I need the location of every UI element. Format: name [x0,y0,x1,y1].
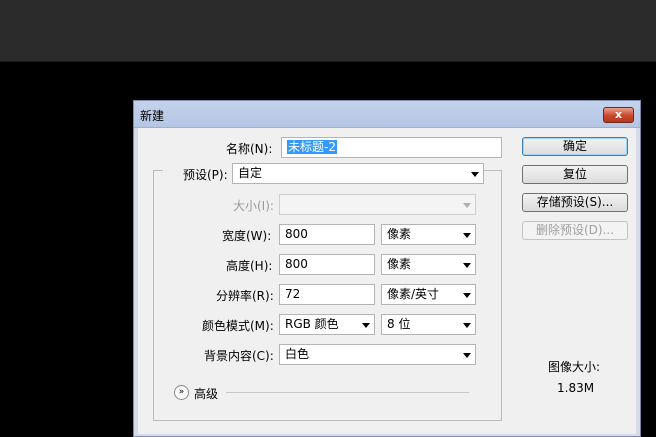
background-select[interactable]: 白色 [279,344,476,365]
width-input[interactable]: 800 [279,224,375,245]
chevron-down-icon [463,293,471,298]
background-value: 白色 [285,347,310,361]
chevron-down-icon [471,172,479,177]
chevron-down-icon [463,263,471,268]
close-icon: x [614,108,623,121]
color-mode-value: RGB 颜色 [285,317,339,331]
height-unit-select[interactable]: 像素 [381,254,476,275]
color-mode-select[interactable]: RGB 颜色 [279,314,375,335]
ok-button[interactable]: 确定 [522,137,628,156]
close-button[interactable]: x [603,107,634,123]
color-mode-label: 颜色模式(M): [202,319,274,333]
name-value: 未标题-2 [287,140,337,154]
chevron-down-icon [463,203,471,208]
size-select [279,194,476,215]
height-unit-value: 像素 [387,257,412,271]
chevron-down-icon [463,323,471,328]
height-value: 800 [285,257,308,271]
preset-label: 预设(P): [183,168,228,182]
resolution-unit-value: 像素/英寸 [387,287,440,301]
image-size-label: 图像大小: [548,360,601,374]
bit-depth-select[interactable]: 8 位 [381,314,476,335]
height-label: 高度(H): [226,259,273,273]
height-input[interactable]: 800 [279,254,375,275]
chevron-down-icon [362,323,370,328]
chevron-down-icon [463,233,471,238]
reset-button[interactable]: 复位 [522,165,628,184]
save-preset-button[interactable]: 存储预设(S)... [522,193,628,212]
dialog-title: 新建 [140,109,165,123]
chevron-double-down-icon[interactable]: » [174,385,189,400]
width-unit-select[interactable]: 像素 [381,224,476,245]
resolution-unit-select[interactable]: 像素/英寸 [381,284,476,305]
resolution-label: 分辨率(R): [216,289,274,303]
image-size-value: 1.83M [557,381,595,395]
new-document-dialog: 新建 x 名称(N): 未标题-2 预设(P): 自定 大小(I): 宽度(W)… [133,100,641,437]
preset-select[interactable]: 自定 [232,163,484,184]
bit-depth-value: 8 位 [387,317,411,331]
name-input[interactable]: 未标题-2 [281,137,502,158]
background-label: 背景内容(C): [204,349,274,363]
preset-value: 自定 [238,166,263,180]
width-label: 宽度(W): [222,229,272,243]
app-top-bar [0,0,656,62]
resolution-value: 72 [285,287,301,301]
width-value: 800 [285,227,308,241]
advanced-divider [226,392,469,393]
dialog-content: 名称(N): 未标题-2 预设(P): 自定 大小(I): 宽度(W): 800… [138,128,636,434]
width-unit-value: 像素 [387,227,412,241]
advanced-label[interactable]: 高级 [194,385,218,402]
chevron-down-icon [463,353,471,358]
dialog-title-bar[interactable]: 新建 x [134,101,640,128]
name-label: 名称(N): [226,142,273,156]
delete-preset-button: 删除预设(D)... [522,221,628,240]
resolution-input[interactable]: 72 [279,284,375,305]
size-label: 大小(I): [233,199,274,213]
